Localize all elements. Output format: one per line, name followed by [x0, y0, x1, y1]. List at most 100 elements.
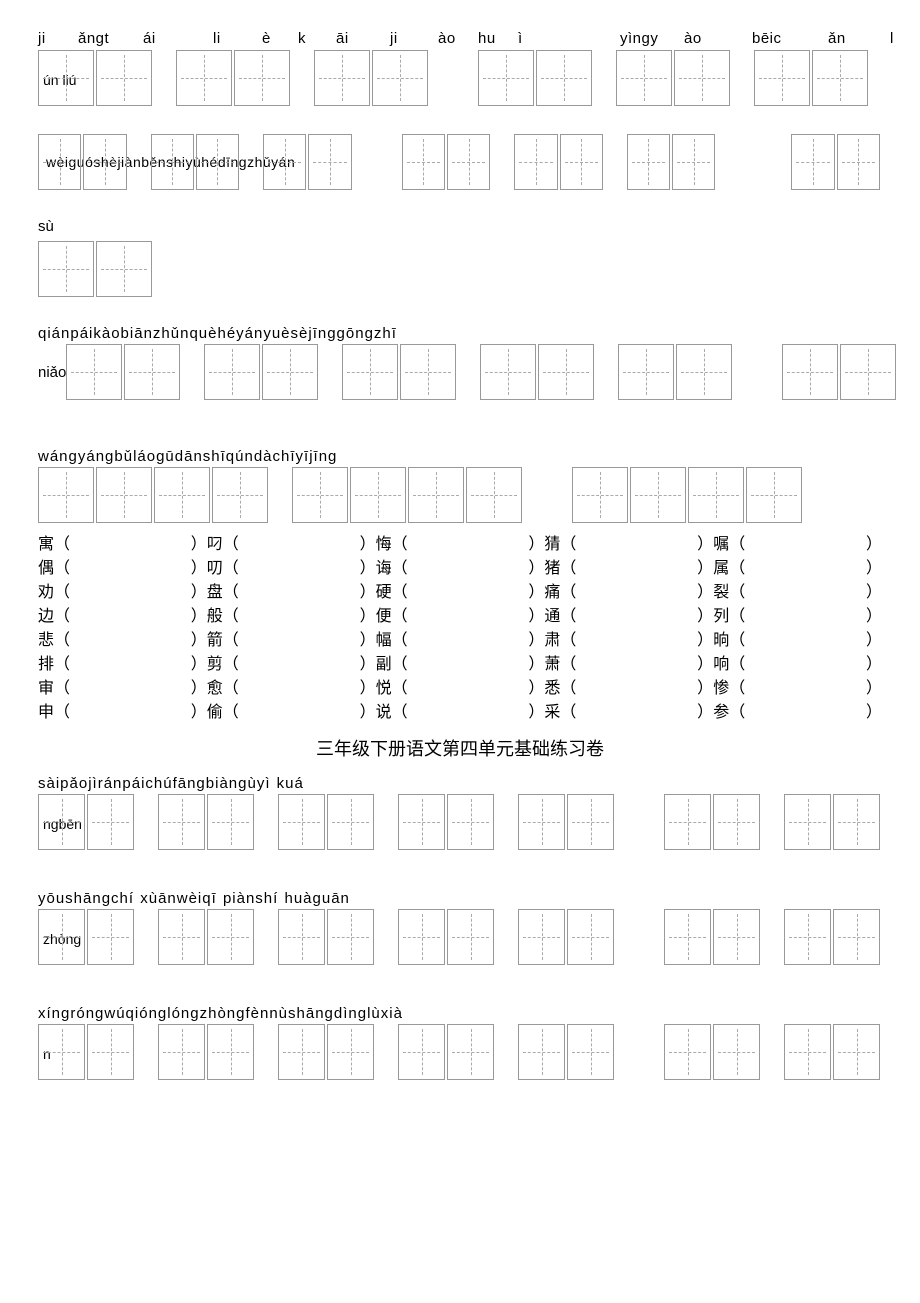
writing-box	[38, 467, 94, 523]
box-row: zhòng	[38, 909, 882, 965]
writing-box	[567, 909, 614, 965]
writing-box	[572, 467, 628, 523]
writing-box	[207, 909, 254, 965]
page-title: 三年级下册语文第四单元基础练习卷	[38, 735, 882, 761]
writing-box	[713, 1024, 760, 1080]
writing-box	[672, 134, 715, 190]
side-label: niǎo	[38, 364, 66, 381]
writing-box	[567, 794, 614, 850]
box-row: wèiguóshèjiànběnshiyùhédīngzhǔyán	[38, 134, 882, 190]
writing-box	[263, 134, 306, 190]
writing-box	[713, 909, 760, 965]
writing-box	[408, 467, 464, 523]
writing-box	[158, 1024, 205, 1080]
writing-box	[87, 909, 134, 965]
writing-box	[87, 794, 134, 850]
writing-box	[278, 1024, 325, 1080]
writing-box	[480, 344, 536, 400]
writing-box	[833, 1024, 880, 1080]
writing-box	[327, 794, 374, 850]
writing-box	[204, 344, 260, 400]
writing-box	[327, 1024, 374, 1080]
writing-box	[158, 909, 205, 965]
writing-box	[754, 50, 810, 106]
pinyin-line: sàipǎojìránpáichúfāngbiàngùyì kuá	[38, 775, 882, 792]
writing-box	[784, 1024, 831, 1080]
pinyin-line: yōushāngchí xùānwèiqī piànshí huàguān	[38, 890, 882, 907]
writing-box	[664, 794, 711, 850]
pinyin-row-5: sàipǎojìránpáichúfāngbiàngùyì kuá ngbēn	[38, 775, 882, 850]
pinyin-row-4: wángyángbǔláogūdānshīqúndàchīyījīng	[38, 448, 882, 523]
box-row: ún liú	[38, 50, 882, 106]
writing-box	[812, 50, 868, 106]
writing-box	[616, 50, 672, 106]
writing-box	[66, 344, 122, 400]
writing-box	[350, 467, 406, 523]
box-row	[38, 467, 882, 523]
writing-box	[447, 909, 494, 965]
writing-box	[154, 467, 210, 523]
writing-box	[536, 50, 592, 106]
writing-box	[784, 794, 831, 850]
pinyin-line: qiánpáikàobiānzhǔnquèhéyányuèsèjīnggōngz…	[38, 325, 882, 342]
writing-box	[87, 1024, 134, 1080]
writing-box	[38, 1024, 85, 1080]
writing-box	[212, 467, 268, 523]
writing-box	[234, 50, 290, 106]
writing-box	[518, 1024, 565, 1080]
writing-box	[840, 344, 896, 400]
writing-box	[398, 1024, 445, 1080]
writing-box	[327, 909, 374, 965]
writing-box	[447, 134, 490, 190]
box-row: n	[38, 1024, 882, 1080]
writing-box	[38, 134, 81, 190]
writing-box	[308, 134, 351, 190]
pinyin-line: wángyángbǔláogūdānshīqúndàchīyījīng	[38, 448, 882, 465]
writing-box	[262, 344, 318, 400]
box-row	[66, 344, 920, 400]
writing-box	[207, 794, 254, 850]
writing-box	[713, 794, 760, 850]
writing-box	[38, 50, 94, 106]
writing-box	[314, 50, 370, 106]
writing-box	[618, 344, 674, 400]
pinyin-row-7: xíngróngwúqiónglóngzhòngfènnùshāngdìnglù…	[38, 1005, 882, 1080]
writing-box	[833, 909, 880, 965]
writing-box	[674, 50, 730, 106]
writing-box	[833, 794, 880, 850]
pinyin-row-2: wèiguóshèjiànběnshiyùhédīngzhǔyán	[38, 134, 882, 190]
writing-box	[176, 50, 232, 106]
writing-box	[664, 1024, 711, 1080]
writing-box	[124, 344, 180, 400]
writing-box	[278, 794, 325, 850]
character-table: 寓（）叼（）悔（）猜（）嘱（）偶（）叨（）诲（）猪（）属（）劝（）盘（）硬（）痛…	[38, 533, 882, 725]
writing-box	[38, 794, 85, 850]
writing-box	[151, 134, 194, 190]
writing-box	[746, 467, 802, 523]
writing-box	[567, 1024, 614, 1080]
pinyin-line: jiǎngtáilièkāijiàohuìyìngyàobēicǎnl	[38, 30, 882, 50]
pinyin-line: xíngróngwúqiónglóngzhòngfènnùshāngdìnglù…	[38, 1005, 882, 1022]
writing-box	[398, 909, 445, 965]
writing-box	[676, 344, 732, 400]
writing-box	[664, 909, 711, 965]
writing-box	[782, 344, 838, 400]
writing-box	[478, 50, 534, 106]
writing-box	[196, 134, 239, 190]
writing-box	[278, 909, 325, 965]
box-row	[38, 241, 882, 297]
writing-box	[447, 794, 494, 850]
writing-box	[400, 344, 456, 400]
writing-box	[38, 241, 94, 297]
box-row: ngbēn	[38, 794, 882, 850]
writing-box	[538, 344, 594, 400]
writing-box	[518, 909, 565, 965]
writing-box	[96, 241, 152, 297]
writing-box	[518, 794, 565, 850]
writing-box	[791, 134, 834, 190]
writing-box	[688, 467, 744, 523]
writing-box	[627, 134, 670, 190]
writing-box	[560, 134, 603, 190]
writing-box	[630, 467, 686, 523]
pinyin-row-3: qiánpáikàobiānzhǔnquèhéyányuèsèjīnggōngz…	[38, 325, 882, 400]
